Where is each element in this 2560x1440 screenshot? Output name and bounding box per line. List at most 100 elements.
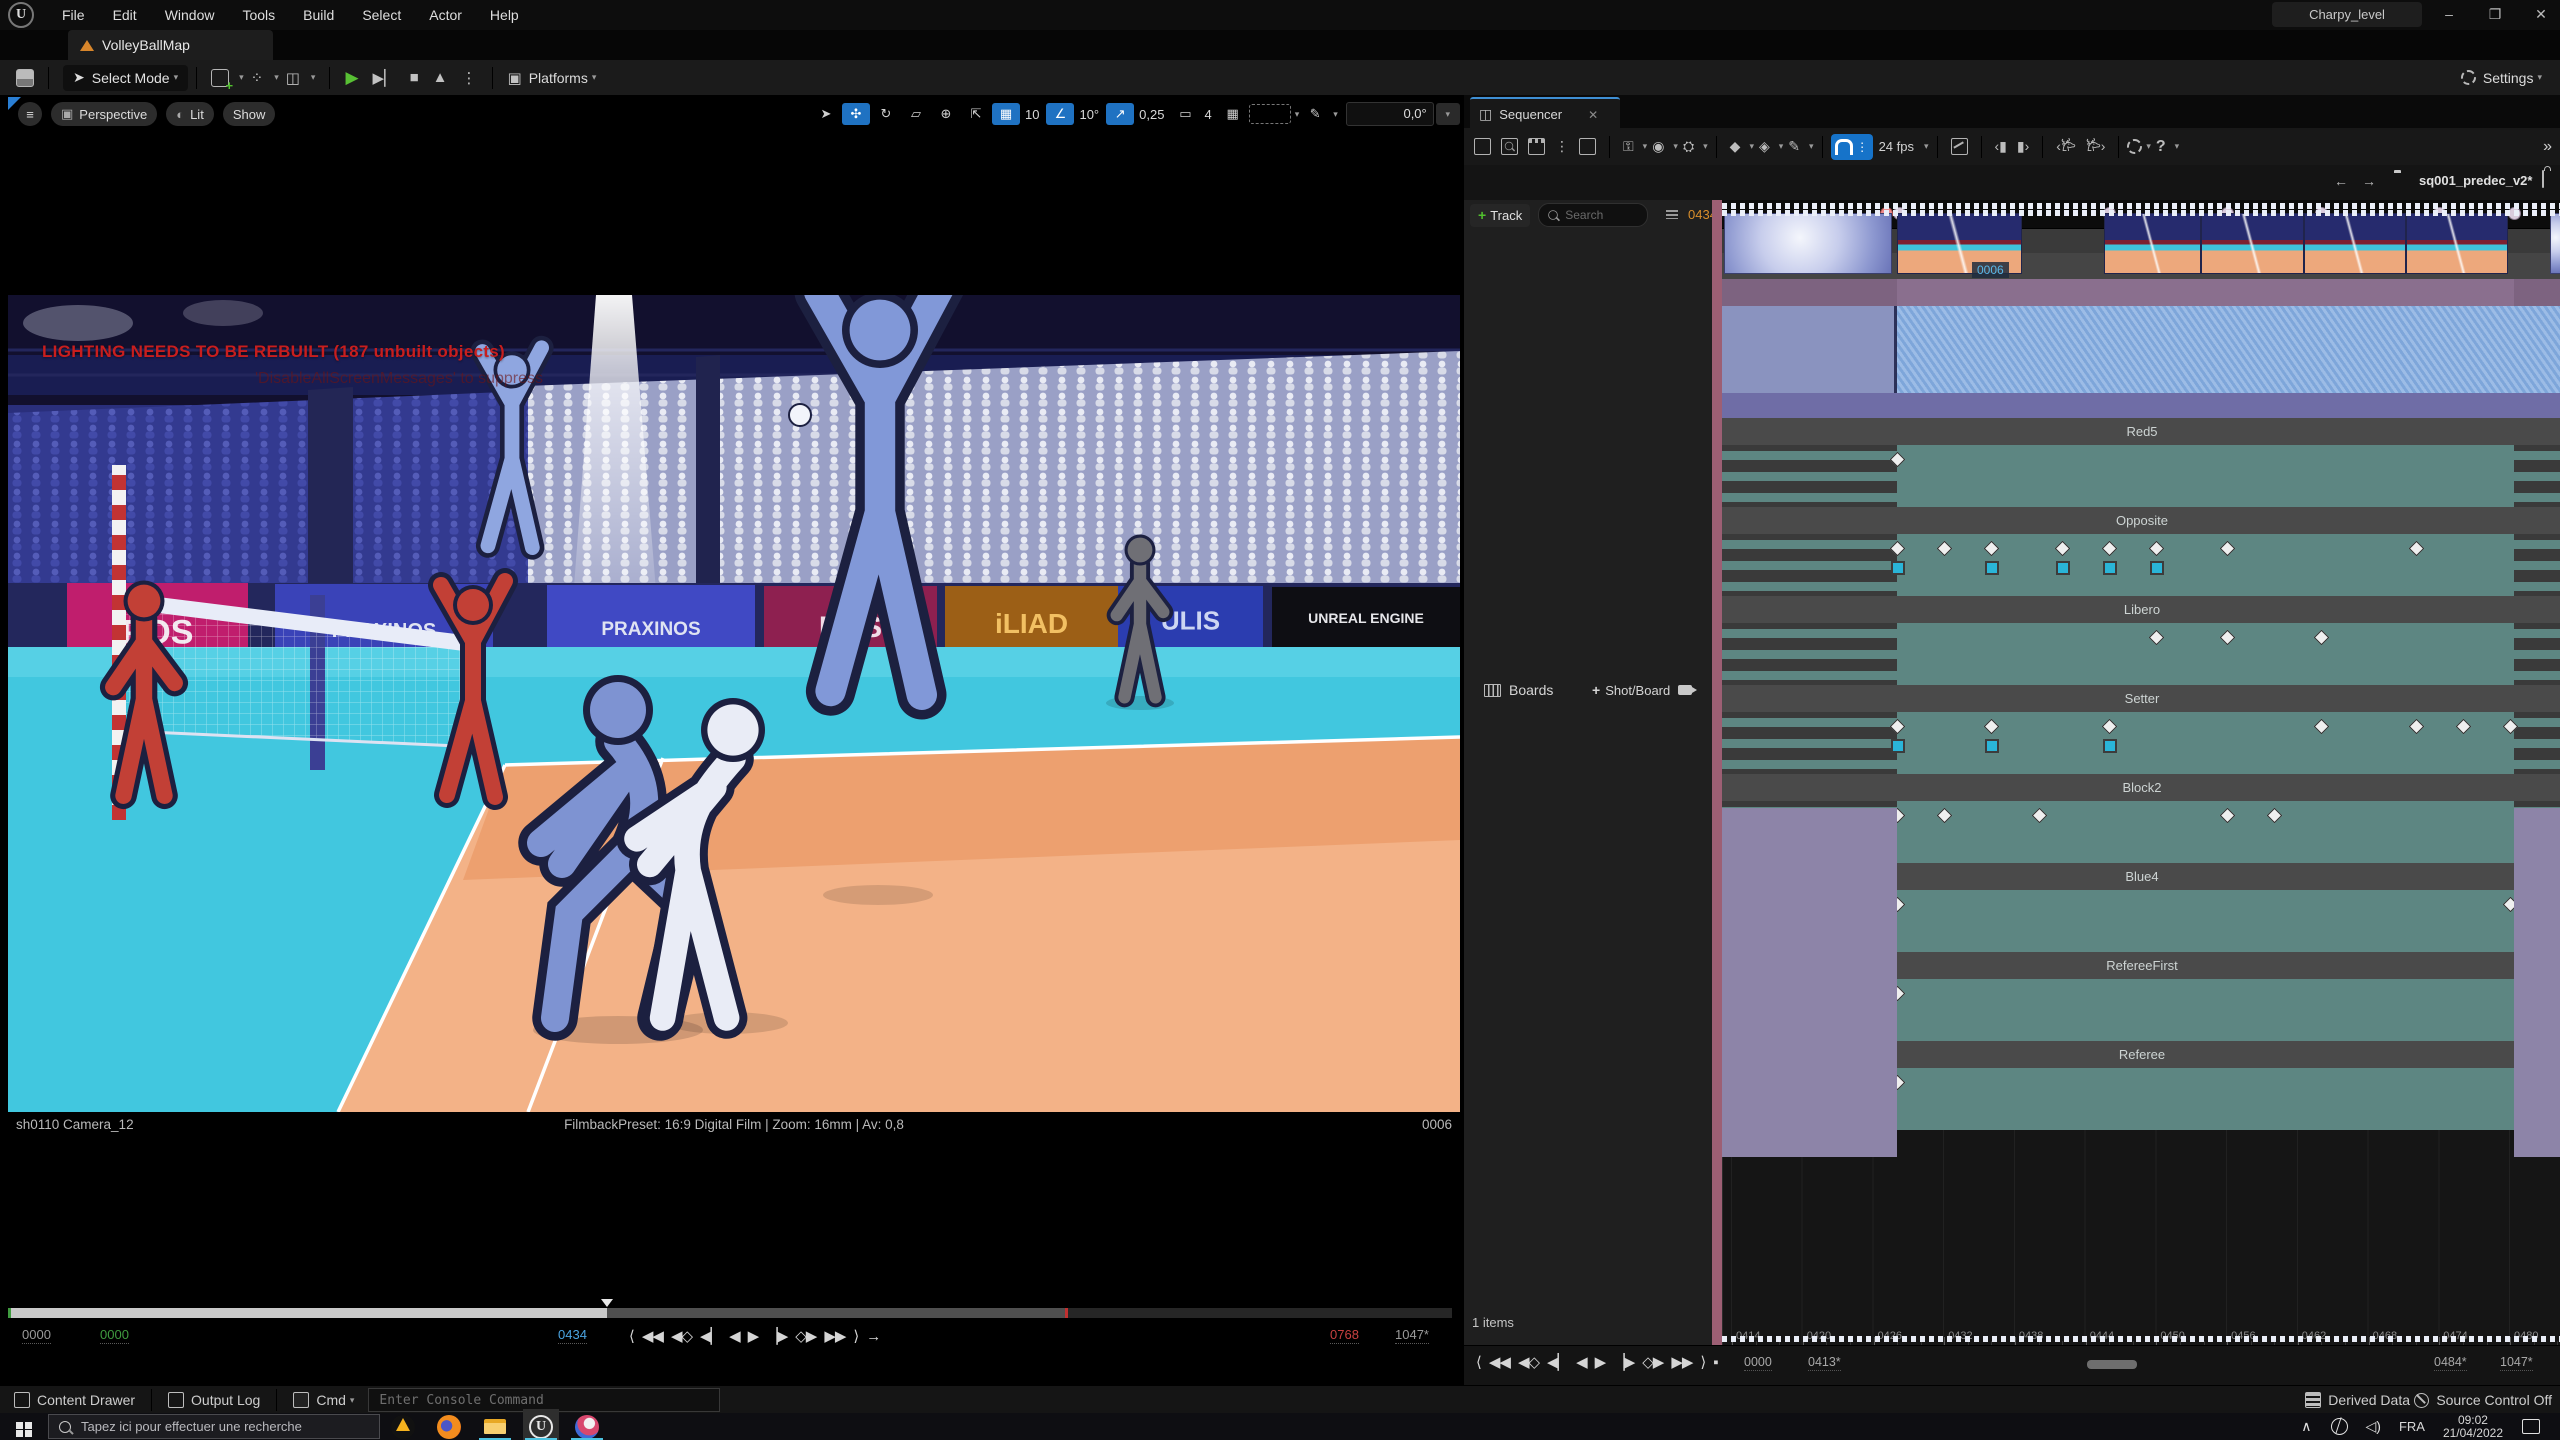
seq-scrollbar-handle[interactable]	[2087, 1360, 2137, 1369]
menu-tools[interactable]: Tools	[228, 0, 289, 30]
frame-forward-button[interactable]: ▕▶	[1613, 1353, 1634, 1371]
show-dropdown[interactable]: Show	[223, 102, 276, 126]
taskbar-search-input[interactable]: Tapez ici pour effectuer une recherche	[48, 1414, 380, 1439]
content-drawer-button[interactable]: Content Drawer	[37, 1392, 135, 1408]
add-actor-icon[interactable]: +	[211, 69, 229, 87]
world-space-icon[interactable]: ⊕	[932, 103, 960, 125]
current-frame-field[interactable]: 0434	[558, 1327, 587, 1344]
keyframe-section[interactable]	[2103, 561, 2117, 575]
skip-button[interactable]: ▶▏	[373, 69, 396, 87]
grid-snap-value[interactable]: 10	[1020, 107, 1044, 122]
keyframe-section[interactable]	[1891, 739, 1905, 753]
back-key-button[interactable]: ◀◇	[671, 1327, 692, 1345]
menu-actor[interactable]: Actor	[415, 0, 476, 30]
next-key-button[interactable]: ◇▶	[795, 1327, 816, 1345]
filter-icon[interactable]	[1666, 210, 1678, 219]
angle-snap-value[interactable]: 10°	[1074, 107, 1104, 122]
scene-render[interactable]: .outl{stroke:#1c2040;stroke-width:13;fil…	[8, 295, 1460, 1112]
unreal-engine-icon[interactable]: U	[529, 1415, 553, 1439]
jump-next-shot-icon[interactable]: ▮›	[2017, 138, 2029, 155]
add-track-button[interactable]: +Track	[1470, 204, 1530, 227]
menu-file[interactable]: File	[48, 0, 99, 30]
play-forward-button[interactable]: ▶	[1595, 1353, 1606, 1371]
viewport-timeline-bar[interactable]	[8, 1308, 1452, 1318]
derived-data-button[interactable]: Derived Data	[2328, 1392, 2410, 1408]
nav-forward-icon[interactable]: →	[2362, 173, 2376, 189]
frame-forward-button[interactable]: ▕▶	[766, 1327, 787, 1345]
sequencer-timeline[interactable]: 0414042004260432043804440450045604620468…	[1722, 200, 2560, 1345]
scale-tool-icon[interactable]: ▱	[902, 103, 930, 125]
track-body-Libero[interactable]	[1722, 623, 2560, 685]
jump-front-button[interactable]: ⟨	[1476, 1353, 1481, 1371]
autokey-options-icon[interactable]: ◈	[1759, 138, 1770, 155]
cmd-dropdown[interactable]: Cmd	[316, 1392, 346, 1408]
play-options-icon[interactable]: ⋮	[462, 69, 477, 87]
language-indicator[interactable]: FRA	[2399, 1419, 2425, 1434]
start-button[interactable]	[0, 1416, 48, 1438]
mark-field[interactable]: 0768	[1330, 1327, 1359, 1344]
jump-end-button[interactable]: ⟩	[853, 1327, 858, 1345]
console-command-input[interactable]: Enter Console Command	[368, 1388, 720, 1412]
play-forward-button[interactable]: ▶	[748, 1327, 759, 1345]
lit-dropdown[interactable]: ◐Lit	[166, 102, 214, 126]
select-mode-dropdown[interactable]: ➤ Select Mode▾	[63, 65, 188, 91]
camera-edit-icon[interactable]: ✎	[1301, 103, 1329, 125]
range-start-field[interactable]: 0000	[22, 1327, 51, 1344]
lock-icon[interactable]	[2542, 170, 2544, 188]
snap-magnet-toggle[interactable]: ⋮	[1831, 134, 1873, 160]
tray-expand-icon[interactable]: ∧	[2301, 1418, 2311, 1435]
camera-speed-icon[interactable]: ▭	[1171, 103, 1199, 125]
volume-icon[interactable]: ◁)	[2366, 1418, 2381, 1435]
shot-filmstrip[interactable]: 0006	[1722, 306, 2560, 393]
camera-speed-value[interactable]: 4	[1199, 107, 1216, 122]
fps-dropdown[interactable]: 24 fps	[1879, 139, 1914, 154]
grid-view-icon[interactable]: ▦	[1219, 103, 1247, 125]
boards-button[interactable]: Boards	[1484, 682, 1553, 698]
prev-shot-button[interactable]: ◀◀	[1489, 1353, 1510, 1371]
sequencer-settings-icon[interactable]	[2127, 139, 2142, 154]
play-button[interactable]: ▶	[345, 68, 358, 88]
camera-cuts-track[interactable]	[1722, 279, 2560, 306]
walk-back-icon[interactable]: ‹𐂂	[2056, 137, 2076, 156]
subscene-band[interactable]	[1722, 393, 2560, 419]
next-shot-button[interactable]: ▶▶	[1671, 1353, 1692, 1371]
menu-build[interactable]: Build	[289, 0, 348, 30]
help-icon[interactable]: ?	[2156, 138, 2166, 156]
eject-button[interactable]: ▲	[433, 69, 448, 86]
grid-snap-icon[interactable]: ▦	[992, 103, 1020, 125]
keyframe-section[interactable]	[2103, 739, 2117, 753]
keyframe-section[interactable]	[1985, 561, 1999, 575]
angle-snap-icon[interactable]: ∠	[1046, 103, 1074, 125]
notifications-icon[interactable]	[2522, 1419, 2540, 1434]
paint3d-icon[interactable]	[575, 1415, 599, 1439]
keyframe-section[interactable]	[1891, 561, 1905, 575]
minimize-button[interactable]: –	[2432, 0, 2466, 28]
tools-wrench-icon[interactable]: ⚿	[1623, 138, 1634, 155]
next-key-button[interactable]: ◇▶	[1642, 1353, 1663, 1371]
move-tool-icon[interactable]: ✣	[842, 103, 870, 125]
scale-snap-icon[interactable]: ↗	[1106, 103, 1134, 125]
platforms-icon[interactable]: ▣	[508, 69, 522, 87]
track-body-Red5[interactable]	[1722, 445, 2560, 507]
rotation-field[interactable]: 0,0°	[1346, 102, 1434, 126]
mark-button[interactable]: ▪	[1713, 1354, 1717, 1371]
outliner-divider[interactable]	[1712, 200, 1722, 1345]
maximize-button[interactable]: ❐	[2478, 0, 2512, 28]
settings-gear-icon[interactable]	[2461, 70, 2476, 85]
close-button[interactable]: ✕	[2524, 0, 2558, 28]
keyframe-section[interactable]	[2150, 561, 2164, 575]
perspective-dropdown[interactable]: ▣Perspective	[51, 102, 157, 126]
track-body-Setter[interactable]	[1722, 712, 2560, 774]
file-explorer-icon[interactable]	[483, 1415, 507, 1439]
curve-editor-icon[interactable]	[1951, 138, 1968, 155]
play-reverse-button[interactable]: ◀	[1576, 1353, 1587, 1371]
range-end-field[interactable]: 1047*	[1395, 1327, 1429, 1344]
view-options-icon[interactable]: ◉	[1652, 138, 1664, 155]
platforms-label[interactable]: Platforms	[529, 70, 588, 86]
render-movie-icon[interactable]	[1528, 138, 1545, 155]
settings-label[interactable]: Settings	[2483, 70, 2534, 86]
network-icon[interactable]	[2331, 1418, 2348, 1435]
cinematics-icon[interactable]: ◫	[286, 69, 300, 87]
track-header-Block2[interactable]: Block2	[1722, 774, 2560, 801]
jump-end-button[interactable]: ⟩	[1700, 1353, 1705, 1371]
